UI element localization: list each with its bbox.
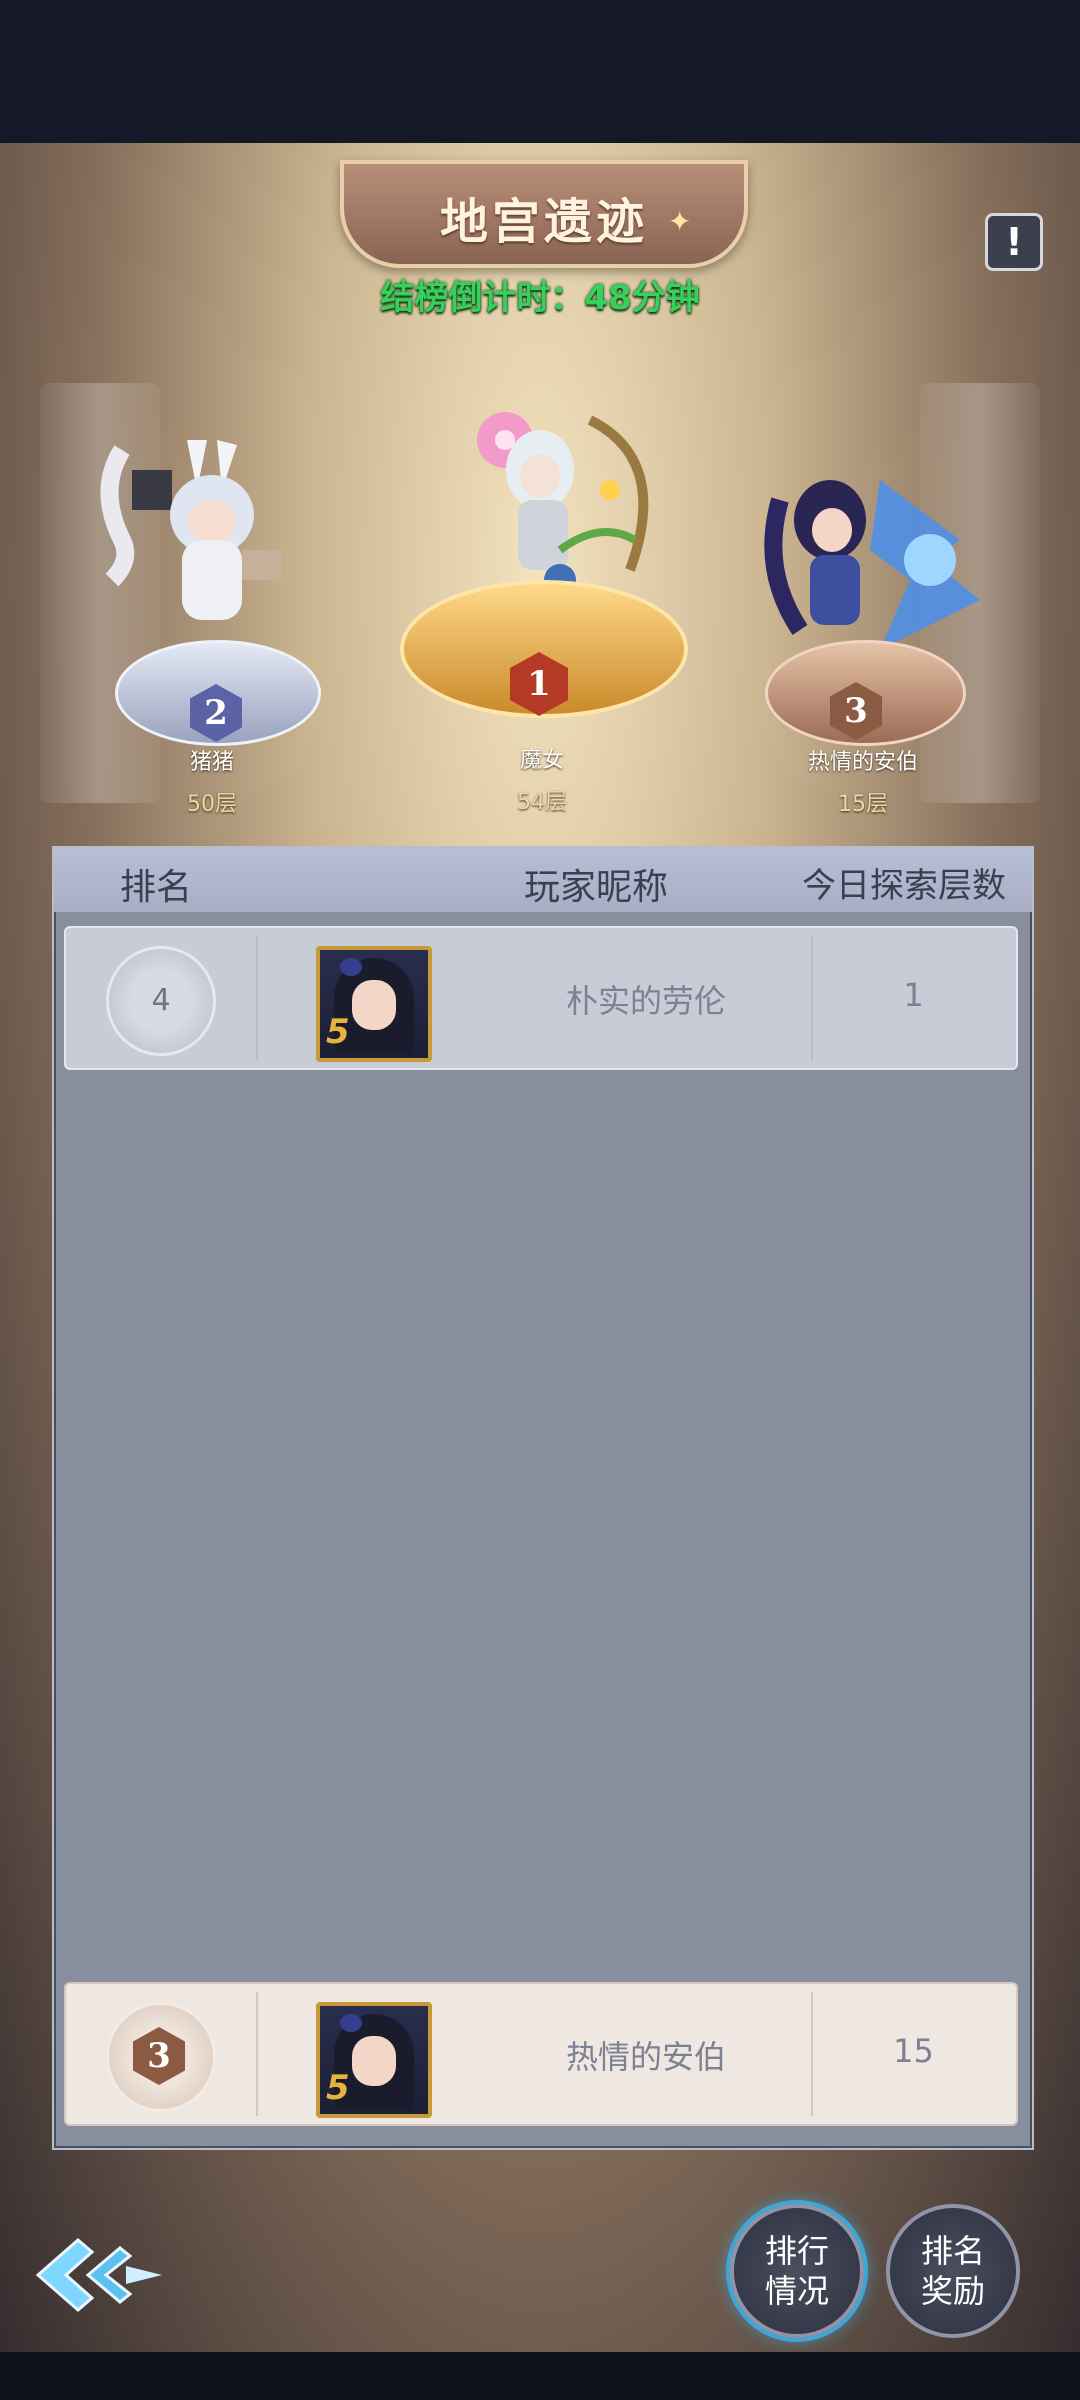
back-arrow-icon <box>35 2238 162 2312</box>
podium-player-name: 魔女 <box>519 748 564 773</box>
table-header: 排名 玩家昵称 今日探索层数 <box>54 848 1032 912</box>
rank-reward-line2: 奖励 <box>920 2272 985 2310</box>
rank-3-badge: 3 <box>133 2027 185 2085</box>
navigation-bar-area <box>0 2352 1080 2400</box>
row-floor-count: 1 <box>903 976 924 1014</box>
rank-circle: 4 <box>106 946 216 1056</box>
podium-floor-count: 15层 <box>838 792 888 817</box>
ranking-status-button[interactable]: 排行 情况 <box>730 2204 864 2338</box>
ranking-status-line1: 排行 <box>764 2232 829 2270</box>
character-sprite-rank-2 <box>92 430 302 650</box>
status-bar-area <box>0 0 1080 143</box>
sparkle-icon: ✦ <box>668 205 692 238</box>
rank-reward-button[interactable]: 排名 奖励 <box>886 2204 1020 2338</box>
rank-reward-line1: 排名 <box>920 2232 985 2270</box>
podium-floor-count: 54层 <box>517 790 567 815</box>
avatar-star-badge: 5 <box>326 2068 350 2108</box>
player-avatar[interactable]: 5 <box>316 2002 432 2118</box>
countdown-timer: 结榜倒计时：48分钟 <box>380 278 700 318</box>
header-nickname: 玩家昵称 <box>524 867 669 908</box>
row-rank: 4 <box>151 983 171 1018</box>
table-row[interactable]: 4 5 朴实的劳伦 1 <box>64 926 1018 1070</box>
row-player-name: 热情的安伯 <box>565 2038 726 2076</box>
rank-circle: 3 <box>106 2002 216 2112</box>
header-floors: 今日探索层数 <box>802 866 1006 906</box>
player-avatar[interactable]: 5 <box>316 946 432 1062</box>
back-button[interactable] <box>30 2230 170 2320</box>
column-divider <box>256 936 258 1060</box>
ranking-status-line2: 情况 <box>764 2272 829 2310</box>
header-rank: 排名 <box>120 867 193 908</box>
info-button[interactable]: ! <box>985 213 1043 271</box>
character-sprite-rank-3 <box>760 460 1000 660</box>
podium-floor-count: 50层 <box>187 792 237 817</box>
my-rank-row[interactable]: 3 5 热情的安伯 15 <box>64 1982 1018 2126</box>
row-floor-count: 15 <box>893 2032 934 2070</box>
row-player-name: 朴实的劳伦 <box>565 982 726 1020</box>
column-divider <box>256 1992 258 2116</box>
avatar-star-badge: 5 <box>326 1012 350 1052</box>
podium-player-name: 热情的安伯 <box>807 750 918 775</box>
podium-player-name: 猪猪 <box>189 750 234 775</box>
ranking-table: 排名 玩家昵称 今日探索层数 4 5 朴实的劳伦 1 3 5 热情的安伯 15 <box>52 846 1034 2150</box>
